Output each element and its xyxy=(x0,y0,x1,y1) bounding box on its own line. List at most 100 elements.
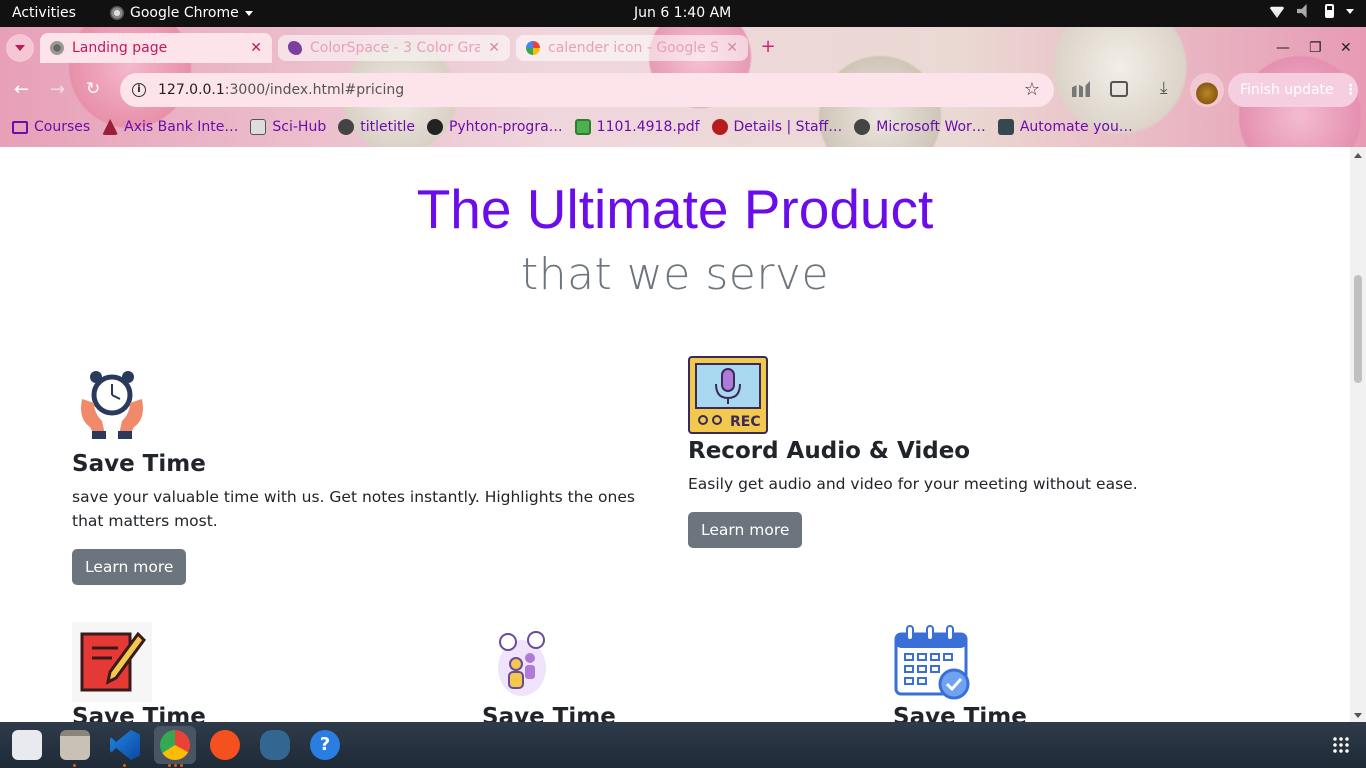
feature-heading: Save Time xyxy=(482,704,616,722)
back-button[interactable]: ← xyxy=(14,79,29,100)
volume-icon xyxy=(1297,4,1307,18)
vscode-icon[interactable] xyxy=(110,730,140,760)
show-applications-icon[interactable] xyxy=(1332,736,1350,754)
close-window-button[interactable]: ✕ xyxy=(1340,40,1352,56)
feature-card: Save Time xyxy=(482,622,616,722)
feature-heading: Save Time xyxy=(893,704,1027,722)
axis-bank-icon xyxy=(102,119,119,135)
close-icon[interactable]: ✕ xyxy=(726,40,738,56)
colorspace-icon xyxy=(288,41,302,55)
feature-card: Save Time xyxy=(72,622,206,722)
tab-strip: Landing page ✕ ColorSpace - 3 Color Gra … xyxy=(0,32,1366,63)
dock: ? xyxy=(0,722,1366,768)
bookmarks-bar: Courses Axis Bank Inte… Sci-Hub titletit… xyxy=(0,115,1366,139)
text-editor-icon[interactable] xyxy=(12,730,42,760)
tab-title: ColorSpace - 3 Color Gra xyxy=(310,40,481,56)
running-indicator xyxy=(73,764,76,767)
site-info-icon[interactable]: i xyxy=(132,83,146,97)
github-icon xyxy=(426,119,443,135)
minimize-button[interactable]: — xyxy=(1276,40,1290,56)
bookmark-scihub[interactable]: Sci-Hub xyxy=(250,119,326,135)
bookmark-label: titletitle xyxy=(360,119,415,135)
feature-description: Easily get audio and video for your meet… xyxy=(688,475,1138,493)
bookmark-titletitle[interactable]: titletitle xyxy=(338,119,415,135)
page-subtitle: that we serve xyxy=(520,249,830,300)
finish-update-button[interactable]: Finish update ⋮ xyxy=(1228,73,1358,107)
pdf-icon xyxy=(574,119,591,135)
bookmark-label: 1101.4918.pdf xyxy=(596,119,700,135)
tab-colorspace[interactable]: ColorSpace - 3 Color Gra ✕ xyxy=(278,35,510,61)
reload-button[interactable]: ↻ xyxy=(86,79,100,99)
tab-landing-page[interactable]: Landing page ✕ xyxy=(40,33,272,63)
chrome-icon xyxy=(110,6,124,20)
globe-icon xyxy=(854,119,871,135)
running-indicator xyxy=(168,764,171,767)
bookmark-axis-bank[interactable]: Axis Bank Inte… xyxy=(102,119,238,135)
new-tab-button[interactable]: + xyxy=(756,36,780,60)
extensions-puzzle-icon[interactable] xyxy=(1110,81,1128,97)
system-tray[interactable] xyxy=(1269,4,1354,18)
pgadmin-elephant-icon[interactable] xyxy=(260,730,290,760)
bookmark-microsoft-word[interactable]: Microsoft Wor… xyxy=(854,119,986,135)
folder-icon xyxy=(12,120,28,134)
activities-button[interactable]: Activities xyxy=(12,5,76,21)
clock[interactable]: Jun 6 1:40 AM xyxy=(634,5,731,21)
feature-heading: Save Time xyxy=(72,704,206,722)
chrome-icon[interactable] xyxy=(160,730,190,760)
microphone-rec-icon: REC xyxy=(688,356,768,436)
close-icon[interactable]: ✕ xyxy=(488,40,500,56)
bookmark-label: Courses xyxy=(34,119,91,135)
google-icon xyxy=(526,41,540,55)
tds-icon xyxy=(997,119,1014,135)
url-host: 127.0.0.1 xyxy=(158,82,225,98)
app-menu[interactable]: Google Chrome xyxy=(110,5,253,21)
tab-title: Landing page xyxy=(72,40,168,56)
running-indicator xyxy=(123,764,126,767)
bookmark-automate[interactable]: Automate you… xyxy=(997,119,1133,135)
files-icon[interactable] xyxy=(60,730,90,760)
feature-card: Save Time save your valuable time with u… xyxy=(72,369,652,585)
extension-metrics-icon[interactable] xyxy=(1072,81,1090,97)
help-icon[interactable]: ? xyxy=(310,730,340,760)
notebook-pencil-icon xyxy=(72,622,152,702)
close-icon[interactable]: ✕ xyxy=(250,40,262,56)
finish-update-label: Finish update xyxy=(1240,82,1334,98)
scroll-up-icon[interactable] xyxy=(1354,153,1362,158)
menu-dots-icon: ⋮ xyxy=(1343,82,1358,98)
tab-title: calender icon - Google S xyxy=(548,40,719,56)
bookmark-star-icon[interactable]: ☆ xyxy=(1024,79,1040,100)
bookmark-label: Automate you… xyxy=(1019,119,1133,135)
page-scrollbar[interactable] xyxy=(1350,147,1366,722)
restore-button[interactable]: ❐ xyxy=(1309,40,1322,56)
bookmark-label: Sci-Hub xyxy=(272,119,327,135)
forward-button[interactable]: → xyxy=(50,79,65,100)
learn-more-button[interactable]: Learn more xyxy=(688,512,803,548)
system-top-bar: Activities Google Chrome Jun 6 1:40 AM xyxy=(0,0,1366,27)
chevron-down-icon xyxy=(15,45,25,51)
address-bar[interactable]: i 127.0.0.1:3000/index.html#pricing ☆ xyxy=(120,73,1054,107)
profile-avatar[interactable] xyxy=(1190,73,1224,107)
bookmark-github[interactable]: Pyhton-progra… xyxy=(426,119,563,135)
scroll-thumb[interactable] xyxy=(1354,275,1362,383)
globe-icon xyxy=(50,41,64,55)
bookmark-label: Pyhton-progra… xyxy=(448,119,563,135)
bookmark-label: Details | Staff… xyxy=(733,119,843,135)
scroll-down-icon[interactable] xyxy=(1354,713,1362,718)
postman-icon[interactable] xyxy=(210,730,240,760)
learn-more-button[interactable]: Learn more xyxy=(72,549,187,585)
bookmark-pdf[interactable]: 1101.4918.pdf xyxy=(574,119,700,135)
running-indicator xyxy=(180,764,183,767)
chevron-down-icon xyxy=(244,10,253,16)
rec-label: REC xyxy=(730,414,761,430)
download-icon[interactable]: ⤓ xyxy=(1160,80,1178,97)
staff-icon xyxy=(711,119,728,135)
bookmark-courses[interactable]: Courses xyxy=(12,119,90,135)
chat-people-icon xyxy=(482,622,562,702)
tab-calendar-search[interactable]: calender icon - Google S ✕ xyxy=(516,35,748,61)
feature-card: REC Record Audio & Video Easily get audi… xyxy=(688,356,1248,548)
bookmark-label: Axis Bank Inte… xyxy=(124,119,239,135)
bookmark-staff-details[interactable]: Details | Staff… xyxy=(711,119,843,135)
alarm-clock-hands-icon xyxy=(72,369,152,449)
tab-search-button[interactable] xyxy=(6,34,34,62)
url-path: :3000/index.html#pricing xyxy=(224,82,405,98)
